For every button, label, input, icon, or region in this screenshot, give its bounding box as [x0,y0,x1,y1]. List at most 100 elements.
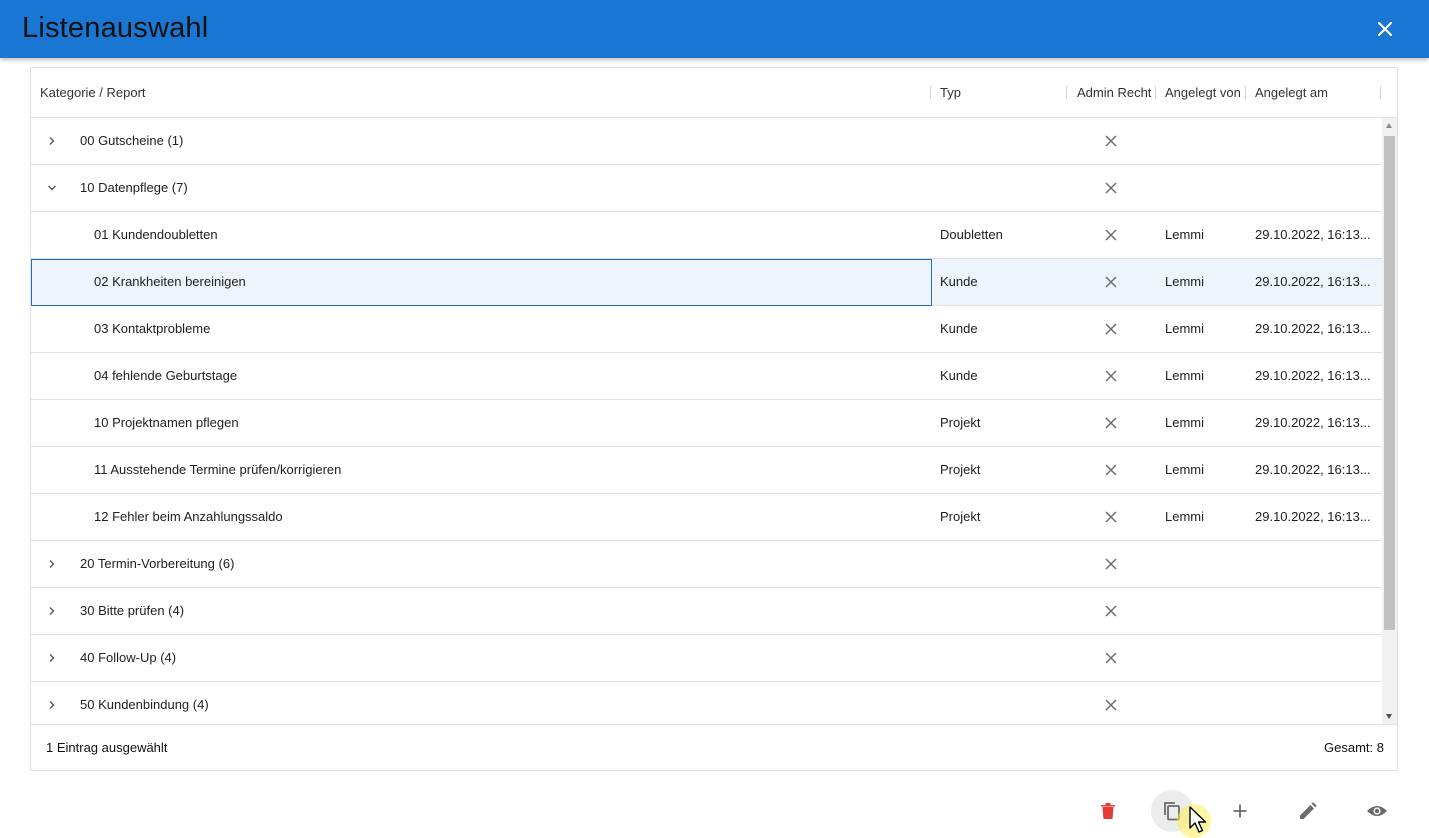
chevron-right-icon[interactable] [45,134,59,148]
admin-right-no-icon [1105,276,1117,288]
delete-button[interactable] [1087,790,1129,832]
group-row[interactable]: 50 Kundenbindung (4) [31,682,1382,724]
row-created-at [1255,165,1380,211]
total-count: Gesamt: 8 [1324,740,1384,755]
row-type [940,682,1060,724]
admin-right-no-icon [1105,370,1117,382]
column-separator[interactable] [1066,86,1067,99]
row-type [940,588,1060,634]
row-type [940,165,1060,211]
group-row[interactable]: 40 Follow-Up (4) [31,635,1382,682]
add-button[interactable] [1219,790,1261,832]
row-type [940,541,1060,587]
admin-right-no-icon [1105,652,1117,664]
row-created-at: 29.10.2022, 16:13... [1255,227,1371,242]
column-header-type[interactable]: Typ [940,68,961,117]
row-created-by [1165,118,1245,164]
row-type [940,635,1060,681]
table-row[interactable]: 12 Fehler beim Anzahlungssaldo Projekt Lem… [31,494,1382,541]
row-name: 50 Kundenbindung (4) [80,697,209,712]
group-row[interactable]: 30 Bitte prüfen (4) [31,588,1382,635]
row-name: 02 Krankheiten bereinigen [94,274,246,289]
table-row[interactable]: 03 Kontaktprobleme Kunde Lemmi 29.10.2022, … [31,306,1382,353]
chevron-right-icon[interactable] [45,698,59,712]
copy-button[interactable] [1151,790,1193,832]
vertical-scrollbar[interactable] [1382,118,1397,724]
row-created-by [1165,588,1245,634]
column-separator[interactable] [1380,86,1381,99]
scroll-down-arrow[interactable] [1386,714,1392,719]
admin-right-no-icon [1105,558,1117,570]
eye-icon [1367,806,1387,816]
group-row[interactable]: 10 Datenpflege (7) [31,165,1382,212]
row-type: Kunde [940,321,978,336]
close-button[interactable] [1372,16,1398,42]
row-name: 04 fehlende Geburtstage [94,368,238,383]
row-name: 11 Ausstehende Termine prüfen/korrigiere… [94,462,342,477]
admin-right-no-icon [1105,464,1117,476]
row-type: Projekt [940,462,981,477]
row-created-by: Lemmi [1165,368,1205,383]
dialog-titlebar: Listenauswahl [0,0,1429,58]
admin-right-no-icon [1105,135,1117,147]
column-separator[interactable] [1155,86,1156,99]
row-type: Projekt [940,509,981,524]
row-created-at: 29.10.2022, 16:13... [1255,415,1371,430]
column-header-created-at[interactable]: Angelegt am [1255,68,1328,117]
admin-right-no-icon [1105,323,1117,335]
row-name: 10 Datenpflege (7) [80,180,188,195]
chevron-right-icon[interactable] [45,651,59,665]
table-row[interactable]: 04 fehlende Geburtstage Kunde Lemmi 29.10.2… [31,353,1382,400]
row-name: 20 Termin-Vorbereitung (6) [80,556,235,571]
column-header-admin[interactable]: Admin Recht [1077,68,1151,117]
group-row[interactable]: 20 Termin-Vorbereitung (6) [31,541,1382,588]
scroll-up-arrow[interactable] [1386,123,1392,128]
admin-right-no-icon [1105,417,1117,429]
column-header-name[interactable]: Kategorie / Report [40,68,146,117]
row-created-at: 29.10.2022, 16:13... [1255,462,1371,477]
table-row[interactable]: 11 Ausstehende Termine prüfen/korrigiere… [31,447,1382,494]
row-name: 03 Kontaktprobleme [94,321,211,336]
dialog-title: Listenauswahl [22,12,209,44]
row-created-by [1165,682,1245,724]
row-created-at [1255,118,1380,164]
row-created-by [1165,635,1245,681]
table-row[interactable]: 02 Krankheiten bereinigen Kunde Lemmi 29.10… [31,259,1382,306]
row-type: Kunde [940,274,978,289]
column-separator[interactable] [1245,86,1246,99]
row-type [940,118,1060,164]
row-created-by: Lemmi [1165,415,1205,430]
row-created-by: Lemmi [1165,462,1205,477]
chevron-down-icon[interactable] [45,181,59,195]
row-created-by: Lemmi [1165,227,1205,242]
edit-button[interactable] [1287,790,1329,832]
view-button[interactable] [1356,790,1398,832]
pencil-icon [1300,802,1317,819]
row-created-at [1255,635,1380,681]
table-row[interactable]: 01 Kundendoubletten Doubletten Lemmi 29.10.… [31,212,1382,259]
row-created-at: 29.10.2022, 16:13... [1255,509,1371,524]
selection-count: 1 Eintrag ausgewählt [46,740,168,755]
chevron-right-icon[interactable] [45,557,59,571]
table-row[interactable]: 10 Projektnamen pflegen Projekt Lemmi 29.10… [31,400,1382,447]
plus-icon [1233,804,1247,818]
row-created-at: 29.10.2022, 16:13... [1255,368,1371,383]
row-created-by: Lemmi [1165,321,1205,336]
row-name: 12 Fehler beim Anzahlungssaldo [94,509,283,524]
copy-icon [1164,802,1180,821]
scroll-thumb[interactable] [1384,136,1395,630]
column-header-created-by[interactable]: Angelegt von [1165,68,1241,117]
row-created-by: Lemmi [1165,274,1205,289]
admin-right-no-icon [1105,699,1117,711]
row-created-at: 29.10.2022, 16:13... [1255,321,1371,336]
row-type: Kunde [940,368,978,383]
column-separator[interactable] [930,86,931,99]
grid-body: 00 Gutscheine (1) 10 Datenpflege (7) 01 Ku… [31,118,1382,724]
row-created-at [1255,682,1380,724]
chevron-right-icon[interactable] [45,604,59,618]
row-name: 01 Kundendoubletten [94,227,218,242]
row-name: 40 Follow-Up (4) [80,650,177,665]
action-bar [0,790,1429,834]
row-created-by: Lemmi [1165,509,1205,524]
group-row[interactable]: 00 Gutscheine (1) [31,118,1382,165]
